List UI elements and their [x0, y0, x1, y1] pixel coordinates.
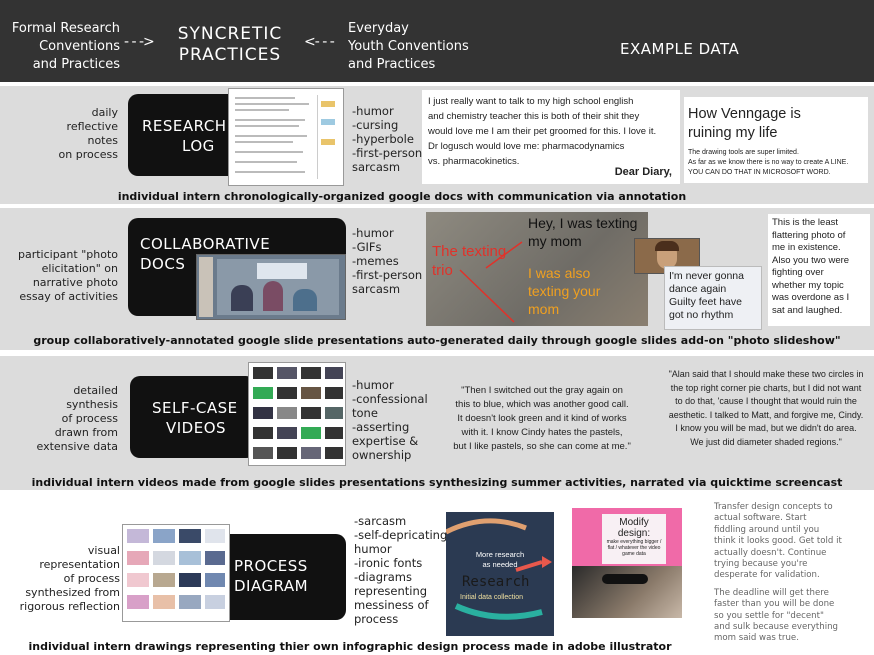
self-case-label: SELF-CASE VIDEOS — [130, 376, 256, 458]
research-log-doc-thumbnail — [228, 88, 344, 186]
example-data-title: EXAMPLE DATA — [620, 40, 740, 58]
modify-design-note: Modify design: make everything bigger / … — [602, 514, 666, 564]
self-case-quote-2: "Alan said that I should make these two … — [668, 369, 864, 447]
process-caption: individual intern drawings representing … — [28, 640, 672, 653]
process-traits: -sarcasm -self-depricating humor -ironic… — [354, 514, 448, 626]
self-case-video-grid — [248, 362, 346, 466]
photo-comment-box: This is the least flattering photo of me… — [768, 214, 870, 326]
research-big-text: Research — [462, 574, 530, 590]
research-log-example-text: I just really want to talk to my high sc… — [422, 90, 680, 184]
sunglasses-icon — [602, 574, 648, 584]
collab-docs-caption: group collaboratively-annotated google s… — [33, 334, 841, 347]
video-thumbnail-grid — [253, 367, 343, 459]
header-bar: Formal Research Conventions and Practice… — [0, 0, 874, 82]
self-case-description: detailed synthesis of process drawn from… — [36, 384, 118, 453]
collab-docs-description: participant "photo elicitation" on narra… — [17, 248, 118, 303]
collab-docs-traits: -humor -GIFs -memes -first-person sarcas… — [352, 226, 423, 296]
syncretic-practices-title: SYNCRETIC PRACTICES — [177, 24, 283, 65]
dear-diary-text: Dear Diary, — [614, 166, 672, 178]
initial-data-text: Initial data collection — [460, 594, 524, 601]
formal-research-label: Formal Research Conventions and Practice… — [11, 21, 120, 72]
modify-design-image: Modify design: make everything bigger / … — [572, 508, 682, 618]
slide-arrow-icon — [459, 241, 523, 323]
process-advice-text: Transfer design concepts to actual softw… — [714, 500, 872, 652]
texting-trio-slide: Hey, I was texting my mom The texting tr… — [426, 212, 648, 326]
research-log-traits: -humor -cursing -hyperbole -first-person… — [352, 104, 423, 174]
process-infographic-thumbnail — [122, 524, 230, 622]
more-research-text: More research as needed — [475, 550, 525, 569]
arrow-left-icon: <- - - — [304, 34, 335, 50]
process-description: visual representation of process synthes… — [19, 544, 120, 613]
research-log-description: daily reflective notes on process — [58, 106, 118, 161]
self-case-quote-1: "Then I switched out the gray again on t… — [453, 385, 631, 452]
process-research-diagram: More research as needed Research Initial… — [446, 512, 554, 636]
meme-caption-box: I'm never gonna dance again Guilty feet … — [664, 266, 762, 330]
self-case-caption: individual intern videos made from googl… — [31, 476, 843, 489]
arrow-right-icon: - - -> — [124, 34, 155, 50]
infographic-grid — [127, 529, 225, 609]
collab-docs-photo-thumbnail — [196, 254, 346, 320]
venngage-example: How Venngage is ruining my life The draw… — [684, 97, 868, 183]
research-log-caption: individual intern chronologically-organi… — [117, 190, 687, 203]
everyday-youth-label: Everyday Youth Conventions and Practices — [348, 21, 469, 72]
self-case-traits: -humor -confessional tone -asserting exp… — [352, 378, 428, 462]
research-log-label: RESEARCH LOG — [128, 94, 238, 176]
